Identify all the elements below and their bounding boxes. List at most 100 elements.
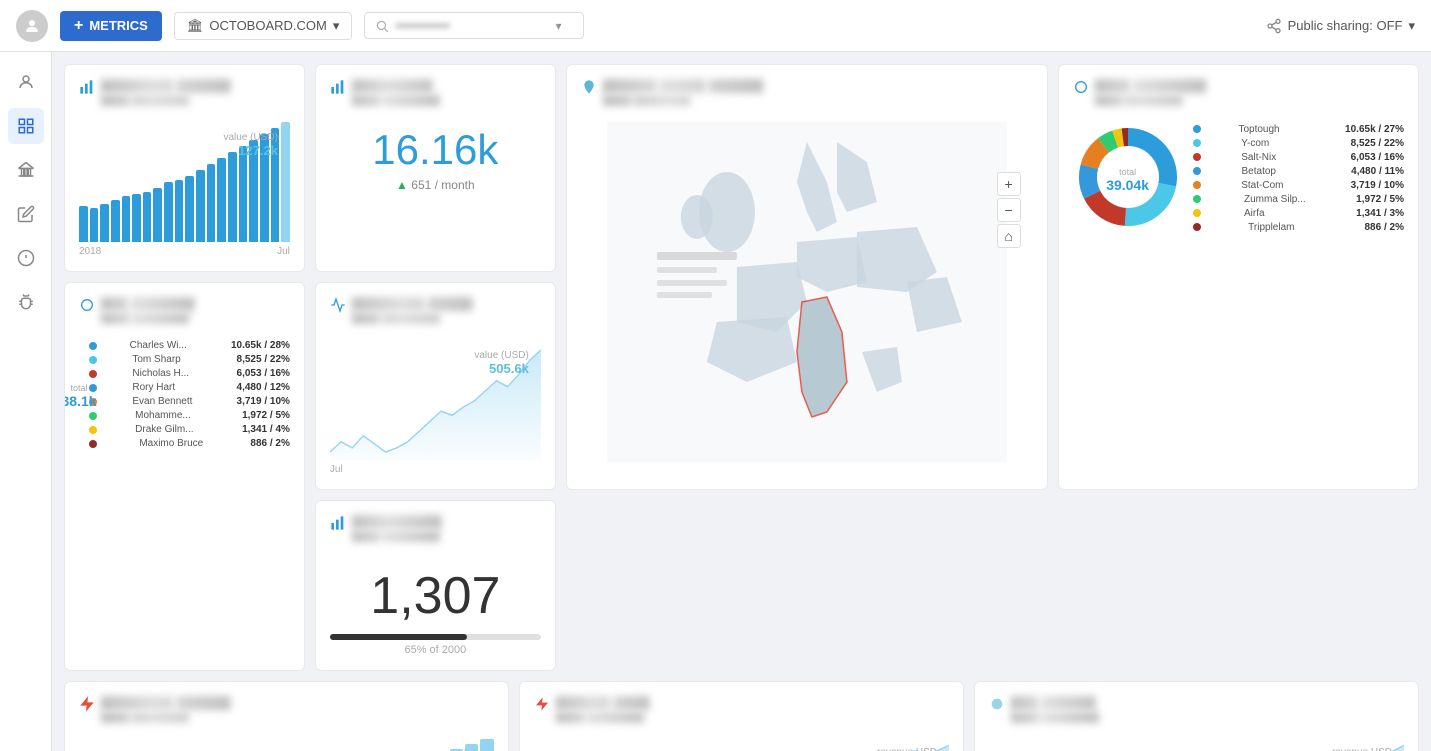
- sidebar-item-edit[interactable]: [8, 196, 44, 232]
- mid-left-big-value: 505.6k: [474, 361, 528, 376]
- revenue-mid-label-wrap: revenue USD 1,975: [877, 747, 937, 751]
- bot-left-chart-wrap: sessions 12.7k: [79, 739, 494, 751]
- search-input[interactable]: [395, 18, 555, 33]
- legend-name: Y-com: [1241, 138, 1311, 149]
- card-mid-center: ██████████ ████ ████████ 1,307 65% of 20…: [315, 500, 556, 671]
- card-icon-mid: [330, 79, 346, 95]
- legend-dot: [89, 342, 97, 350]
- map-card-title: ██████ █████ ██████: [603, 79, 764, 93]
- donut-top-label: total 39.04k: [1106, 167, 1149, 193]
- legend-name: Tom Sharp: [132, 354, 202, 365]
- card-subtitle-topmid: ████ ████████: [352, 95, 440, 106]
- map-card: ██████ █████ ██████ ████ ████████: [566, 64, 1048, 490]
- legend-value: 6,053 / 16%: [234, 368, 290, 379]
- legend-item: Drake Gilm... 1,341 / 4%: [89, 424, 290, 435]
- donut-top-legend: Toptough 10.65k / 27% Y-com 8,525 / 22% …: [1193, 124, 1404, 236]
- legend-dot: [1193, 139, 1201, 147]
- mid-center-subtitle: ████ ████████: [352, 531, 442, 542]
- donut-top-header: ████ ████████ ████ ████████: [1073, 79, 1404, 114]
- legend-value: 3,719 / 10%: [1348, 180, 1404, 191]
- legend-name: Salt-Nix: [1241, 152, 1311, 163]
- card-bot-left: ████████ ██████ ████ ████████ sessions 1…: [64, 681, 509, 751]
- sidebar-item-user[interactable]: [8, 64, 44, 100]
- legend-value: 6,053 / 16%: [1348, 152, 1404, 163]
- bot-left-icon: [79, 696, 95, 712]
- sidebar-item-bug[interactable]: [8, 284, 44, 320]
- chevron-down-icon: ▾: [333, 18, 340, 34]
- legend-dot: [1193, 167, 1201, 175]
- mid-left-value-label: value (USD) 505.6k: [474, 350, 528, 376]
- donut-top-section: total 39.04k Toptough 10.65k / 27% Y-com…: [1073, 122, 1404, 237]
- card-icon-bar: [79, 79, 95, 95]
- sidebar-item-grid[interactable]: [8, 108, 44, 144]
- donut-bot-total-value: 38.1k: [64, 393, 97, 409]
- card-header-mid: █████████ ████ ████████: [330, 79, 541, 114]
- org-dropdown[interactable]: 🏛 OCTOBOARD.COM ▾: [174, 12, 353, 40]
- legend-dot: [89, 370, 97, 378]
- avatar: [16, 10, 48, 42]
- revenue-right-label-wrap: revenue USD 1,361: [1332, 747, 1392, 751]
- legend-item: Salt-Nix 6,053 / 16%: [1193, 152, 1404, 163]
- map-controls: + − ⌂: [997, 172, 1021, 248]
- topleft-big-value: 127.2k: [223, 143, 277, 158]
- public-sharing-toggle[interactable]: Public sharing: OFF ▾: [1266, 18, 1415, 34]
- map-visual: + − ⌂: [581, 122, 1033, 462]
- mid-left-icon: [330, 297, 346, 313]
- revenue-mid-label: revenue USD: [877, 747, 937, 751]
- legend-dot: [1193, 195, 1201, 203]
- legend-item: Mohamme... 1,972 / 5%: [89, 410, 290, 421]
- zoom-in-button[interactable]: +: [997, 172, 1021, 196]
- map-card-subtitle: ████ ████████: [603, 95, 764, 106]
- mid-left-subtitle: ████ ████████: [352, 313, 473, 324]
- legend-dot: [1193, 223, 1201, 231]
- progress-fill: [330, 634, 467, 640]
- legend-dot: [1193, 153, 1201, 161]
- legend-dot: [1193, 125, 1201, 133]
- bot-right-chart-wrap: revenue USD 1,361: [989, 737, 1404, 751]
- bot-mid-header: ██████ ████ ████ ████████: [534, 696, 949, 731]
- chevron-input-icon: ▾: [555, 19, 561, 33]
- mid-center-big-value: 1,307: [330, 566, 541, 626]
- donut-bot-subtitle: ████ ████████: [101, 313, 195, 324]
- card-title-topmid: █████████: [352, 79, 440, 93]
- area-chart-midleft: value (USD) 505.6k: [330, 340, 541, 460]
- card-title-topleft: ████████ ██████: [101, 79, 231, 93]
- layout: ████████ ██████ ████ ████████ value (USD…: [0, 52, 1431, 751]
- legend-value: 1,972 / 5%: [1353, 194, 1404, 205]
- chart-x-labels: 2018 Jul: [79, 246, 290, 257]
- bot-row: ████████ ██████ ████ ████████ sessions 1…: [64, 681, 1419, 751]
- main-content: ████████ ██████ ████ ████████ value (USD…: [52, 52, 1431, 751]
- mid-center-header: ██████████ ████ ████████: [330, 515, 541, 550]
- share-icon: [1266, 18, 1282, 34]
- legend-item: Charles Wi... 10.65k / 28%: [89, 340, 290, 351]
- sidebar-item-info[interactable]: [8, 240, 44, 276]
- legend-item: Y-com 8,525 / 22%: [1193, 138, 1404, 149]
- value-label-topleft: value (USD) 127.2k: [223, 132, 277, 158]
- legend-dot: [89, 440, 97, 448]
- home-button[interactable]: ⌂: [997, 224, 1021, 248]
- metrics-label: METRICS: [89, 18, 148, 33]
- donut-bot-icon: [79, 297, 95, 313]
- card-top-mid: █████████ ████ ████████ 16.16k ▲ 651 / m…: [315, 64, 556, 272]
- public-sharing-label: Public sharing: OFF: [1288, 18, 1403, 33]
- card-bot-right: ███ ██████ ████ ████████ revenue USD 1,3…: [974, 681, 1419, 751]
- card-bot-mid: ██████ ████ ████ ████████ revenue USD 1,…: [519, 681, 964, 751]
- value-usd-label: value (USD): [223, 132, 277, 143]
- bot-right-title: ███ ██████: [1011, 696, 1099, 710]
- sidebar-item-bank[interactable]: [8, 152, 44, 188]
- chevron-sharing-icon: ▾: [1408, 18, 1415, 34]
- card-top-left: ████████ ██████ ████ ████████ value (USD…: [64, 64, 305, 272]
- zoom-out-button[interactable]: −: [997, 198, 1021, 222]
- metrics-button[interactable]: + METRICS: [60, 11, 162, 41]
- legend-value: 8,525 / 22%: [234, 354, 290, 365]
- donut-top-icon: [1073, 79, 1089, 95]
- search-icon: [375, 19, 389, 33]
- mid-left-header: ████████ █████ ████ ████████: [330, 297, 541, 332]
- donut-bot-legend: Charles Wi... 10.65k / 28% Tom Sharp 8,5…: [89, 340, 290, 452]
- legend-name: Maximo Bruce: [139, 438, 209, 449]
- donut-bot-label: total38.1k: [64, 383, 97, 409]
- donut-top-total-label: total: [1106, 167, 1149, 177]
- donut-card-top: ████ ████████ ████ ████████ total 39.04k: [1058, 64, 1419, 490]
- legend-name: Drake Gilm...: [135, 424, 205, 435]
- bot-left-header: ████████ ██████ ████ ████████: [79, 696, 494, 731]
